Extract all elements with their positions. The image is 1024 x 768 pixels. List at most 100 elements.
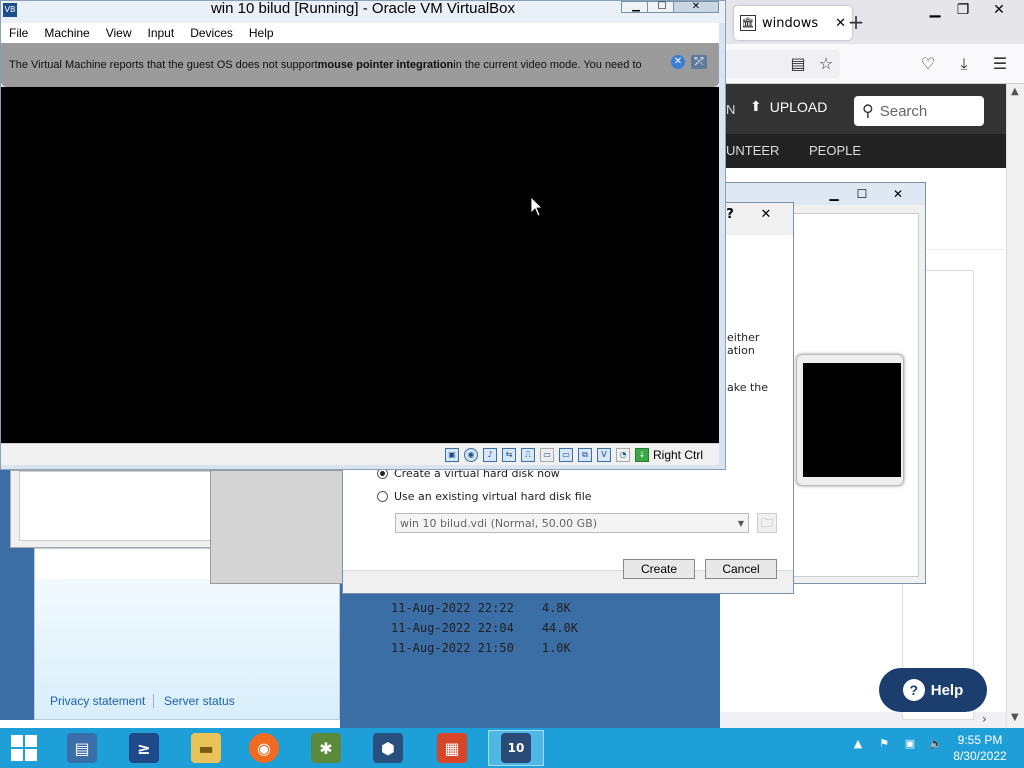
download-icon[interactable]: ⤓: [954, 54, 974, 74]
dialog-close-button[interactable]: ✕: [753, 205, 779, 225]
server-status-link[interactable]: Server status: [164, 694, 235, 708]
notice-text-start: The Virtual Machine reports that the gue…: [9, 59, 318, 71]
shared-folders-icon[interactable]: ▭: [540, 448, 554, 462]
search-placeholder: Search: [879, 102, 928, 120]
audio-icon[interactable]: ♪: [483, 448, 497, 462]
close-button[interactable]: ✕: [885, 185, 911, 203]
tab-title: windows: [762, 15, 819, 31]
mouse-integration-notice: The Virtual Machine reports that the gue…: [1, 43, 719, 87]
site-subnav: UNTEER PEOPLE: [720, 134, 1006, 168]
display-icon[interactable]: ▭: [559, 448, 573, 462]
pocket-icon[interactable]: ♡: [918, 54, 938, 74]
network-icon[interactable]: ⇆: [502, 448, 516, 462]
privacy-statement-link[interactable]: Privacy statement: [50, 694, 145, 708]
taskbar-server-manager[interactable]: ▤: [54, 730, 110, 766]
create-button[interactable]: Create: [623, 559, 695, 579]
site-search-input[interactable]: ⚲ Search: [854, 96, 984, 126]
listing-row: 11-Aug-2022 22:04 44.0K: [391, 618, 578, 638]
background-window-2: [210, 470, 350, 584]
keyboard-capture-icon[interactable]: ↓: [635, 448, 649, 462]
mouse-cursor-icon: [531, 197, 543, 217]
link-divider: [153, 694, 154, 708]
notice-dont-show-icon[interactable]: ⤱: [691, 55, 707, 69]
museum-icon: 🏛: [740, 15, 756, 31]
menu-file[interactable]: File: [1, 26, 36, 40]
network-tray-icon[interactable]: ▣: [902, 736, 918, 752]
close-button[interactable]: ✕: [982, 0, 1016, 22]
question-icon: ?: [902, 679, 925, 701]
vm-preview-frame: [796, 354, 904, 486]
start-button[interactable]: [0, 728, 48, 768]
taskbar-vm-win10[interactable]: 10: [488, 730, 544, 766]
vm-win10-icon: 10: [501, 733, 531, 763]
taskbar-office[interactable]: ▦: [424, 730, 480, 766]
menu-help[interactable]: Help: [241, 26, 282, 40]
new-tab-button[interactable]: +: [844, 10, 868, 34]
show-hidden-icons-icon[interactable]: ▲: [850, 736, 866, 752]
mouse-integration-icon[interactable]: ◔: [616, 448, 630, 462]
restore-button[interactable]: ❐: [946, 0, 980, 22]
scroll-right-icon[interactable]: ›: [982, 712, 987, 726]
taskbar-firefox[interactable]: ◉: [236, 730, 292, 766]
scroll-down-icon[interactable]: ▼: [1011, 712, 1019, 723]
text-fragment-ation: ation: [727, 344, 755, 357]
vm-titlebar[interactable]: VB win 10 bilud [Running] - Oracle VM Vi…: [1, 1, 725, 23]
volume-icon[interactable]: 🔈: [928, 736, 944, 752]
notice-close-icon[interactable]: ✕: [671, 55, 685, 69]
virtualization-icon[interactable]: V: [597, 448, 611, 462]
vm-window-title: win 10 bilud [Running] - Oracle VM Virtu…: [210, 0, 516, 17]
nav-login-fragment[interactable]: N: [726, 102, 735, 117]
existing-disk-radio[interactable]: Use an existing virtual hard disk file: [377, 490, 592, 503]
notice-text-end: in the current video mode. You need to: [453, 59, 642, 71]
clock[interactable]: 9:55 PM 8/30/2022: [950, 732, 1010, 764]
existing-disk-label: Use an existing virtual hard disk file: [394, 490, 592, 503]
menu-machine[interactable]: Machine: [36, 26, 97, 40]
folder-browse-icon[interactable]: 🗀: [757, 513, 777, 533]
taskbar-powershell[interactable]: ≥: [116, 730, 172, 766]
vm-statusbar: ▣ ◉ ♪ ⇆ ⎍ ▭ ▭ ⧉ V ◔ ↓ Right Ctrl: [1, 443, 719, 465]
listing-size: 44.0K: [541, 621, 578, 635]
text-fragment-make: ake the: [727, 381, 769, 394]
recording-icon[interactable]: ⧉: [578, 448, 592, 462]
vm-display[interactable]: [1, 87, 719, 443]
bookmark-star-icon[interactable]: ☆: [816, 54, 836, 74]
disk-select-value: win 10 bilud.vdi (Normal, 50.00 GB): [400, 516, 598, 530]
help-label: Help: [930, 681, 964, 699]
nav-people[interactable]: PEOPLE: [809, 143, 861, 158]
radio-unselected-icon[interactable]: [377, 491, 388, 502]
help-button[interactable]: ? Help: [879, 668, 987, 712]
background-window-pane: [19, 471, 215, 541]
hard-disk-icon[interactable]: ▣: [445, 448, 459, 462]
vertical-scrollbar[interactable]: ▲ ▼: [1006, 84, 1024, 728]
minimize-button[interactable]: ▁: [821, 185, 847, 203]
menu-icon[interactable]: ☰: [990, 54, 1010, 74]
disk-file-select[interactable]: win 10 bilud.vdi (Normal, 50.00 GB) ▼: [395, 513, 749, 533]
taskbar-virtualbox[interactable]: ⬢: [360, 730, 416, 766]
host-key-label[interactable]: Right Ctrl: [653, 448, 703, 462]
reader-view-icon[interactable]: ▤: [788, 54, 808, 74]
virtualbox-icon: ⬢: [373, 733, 403, 763]
menu-input[interactable]: Input: [140, 26, 183, 40]
upload-link[interactable]: ⬆ UPLOAD: [750, 98, 827, 115]
cancel-button[interactable]: Cancel: [705, 559, 777, 579]
browser-tab[interactable]: 🏛 windows ✕: [734, 6, 852, 40]
vm-window: VB win 10 bilud [Running] - Oracle VM Vi…: [0, 0, 726, 470]
scroll-up-icon[interactable]: ▲: [1011, 86, 1019, 97]
restore-button[interactable]: ☐: [849, 185, 875, 203]
nav-volunteer[interactable]: UNTEER: [726, 143, 779, 158]
flag-icon[interactable]: ⚑: [876, 736, 892, 752]
clock-date: 8/30/2022: [953, 749, 1007, 763]
firefox-toolbar: ▤ ☆ ♡ ⤓ ☰: [720, 44, 1024, 84]
optical-drive-icon[interactable]: ◉: [464, 448, 478, 462]
menu-devices[interactable]: Devices: [182, 26, 241, 40]
clock-time: 9:55 PM: [957, 733, 1003, 747]
listing-row: 11-Aug-2022 22:22 4.8K: [391, 598, 578, 618]
taskbar-file-explorer[interactable]: ▬: [178, 730, 234, 766]
office-icon: ▦: [437, 733, 467, 763]
menu-view[interactable]: View: [98, 26, 140, 40]
taskbar-network-app[interactable]: ✱: [298, 730, 354, 766]
close-button[interactable]: ✕: [673, 1, 719, 13]
listing-size: 4.8K: [541, 601, 571, 615]
windows-logo-icon: [11, 735, 37, 761]
usb-icon[interactable]: ⎍: [521, 448, 535, 462]
